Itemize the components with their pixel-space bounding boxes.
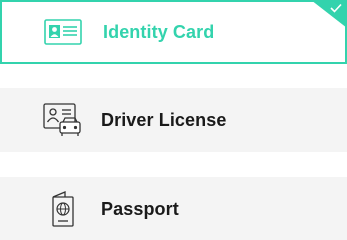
checkmark-icon <box>330 3 342 13</box>
document-type-list: Identity Card Driver License Passport <box>0 0 347 240</box>
option-identity-card[interactable]: Identity Card <box>0 0 347 64</box>
id-card-icon <box>43 12 83 52</box>
option-label: Passport <box>101 199 179 219</box>
passport-icon <box>42 189 82 229</box>
option-driver-license[interactable]: Driver License <box>0 88 347 152</box>
selected-indicator <box>311 0 347 28</box>
driver-license-icon <box>42 100 82 140</box>
option-label: Driver License <box>101 110 227 130</box>
option-passport[interactable]: Passport <box>0 177 347 240</box>
option-label: Identity Card <box>103 22 215 42</box>
